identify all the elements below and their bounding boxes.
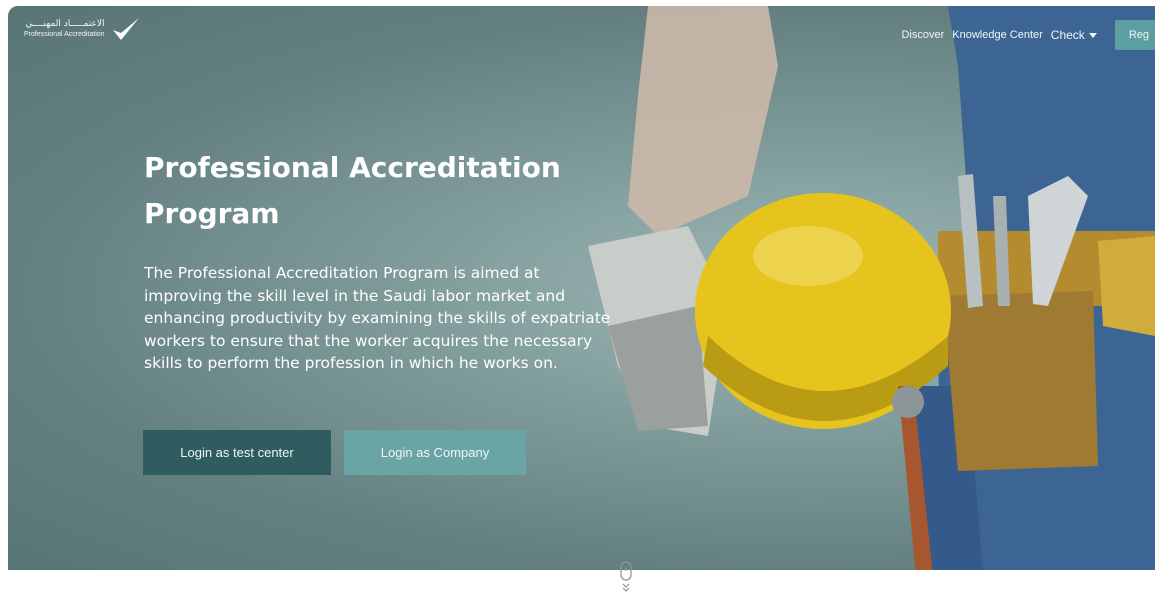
mouse-scroll-icon[interactable]: [619, 560, 633, 594]
hero-description: The Professional Accreditation Program i…: [144, 264, 611, 372]
nav-discover[interactable]: Discover: [901, 29, 944, 41]
checkmark-icon: [112, 18, 139, 40]
login-company-button[interactable]: Login as Company: [344, 430, 526, 475]
login-test-center-button[interactable]: Login as test center: [143, 430, 331, 475]
register-button[interactable]: Reg: [1114, 20, 1155, 50]
nav-check-dropdown[interactable]: Check: [1051, 28, 1097, 42]
nav-check-label: Check: [1050, 28, 1085, 42]
site-logo[interactable]: الاعتمـــــاد المهنــــي Professional Ac…: [24, 16, 141, 42]
caret-down-icon: [1088, 32, 1097, 38]
nav-knowledge-center[interactable]: Knowledge Center: [952, 29, 1043, 41]
logo-english-text: Professional Accreditation: [24, 31, 105, 38]
logo-arabic-text: الاعتمـــــاد المهنــــي: [25, 19, 105, 29]
hero-title: Professional Accreditation Program: [144, 151, 561, 230]
top-nav: Discover Knowledge Center Check Reg: [901, 20, 1155, 50]
page: الاعتمـــــاد المهنــــي Professional Ac…: [0, 0, 1155, 607]
hero-banner: الاعتمـــــاد المهنــــي Professional Ac…: [8, 6, 1155, 576]
